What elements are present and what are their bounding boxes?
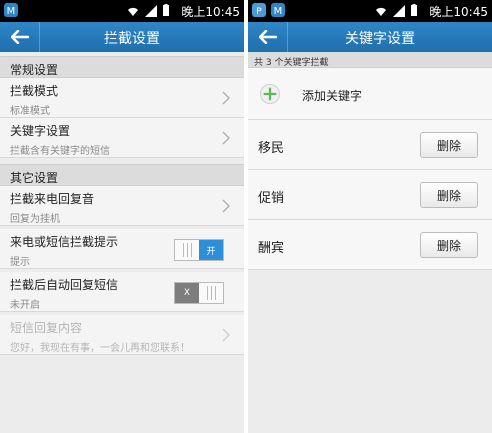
setting-subtitle: 标准模式 [10,106,50,117]
toggle-grip [175,240,199,260]
app-bar: 拦截设置 [0,22,244,52]
setting-row-intercept-mode[interactable]: 拦截模式 标准模式 [0,78,244,118]
add-keyword-button[interactable]: 添加关键字 [248,68,492,120]
back-arrow-icon [10,30,29,44]
status-time: 晚上10:45 [429,5,488,19]
notification-icons: M [3,2,19,18]
toggle-grip [199,283,223,303]
battery-icon [411,4,417,16]
signal-icon [145,4,157,17]
status-bar: P M 晚上10:45 [248,0,492,22]
signal-icon [393,4,405,17]
section-header-other: 其它设置 [0,164,244,186]
setting-subtitle: 您好，我现在有事，一会儿再和您联系！ [10,343,190,354]
notify-toggle[interactable]: 开 [174,239,224,261]
back-button[interactable] [248,22,288,52]
chevron-right-icon [222,199,230,213]
toggle-state-label: X [175,283,199,303]
svg-text:M: M [7,6,16,17]
battery-icon [163,4,169,16]
notification-icons: P M [251,2,286,18]
auto-reply-toggle[interactable]: X [174,282,224,304]
svg-text:M: M [274,6,283,17]
delete-keyword-button[interactable]: 删除 [420,182,478,208]
setting-title: 拦截模式 [10,84,59,98]
notification-app-icon: P [252,3,266,17]
section-header-general: 常规设置 [0,56,244,78]
keyword-settings-screen: P M 晚上10:45 关键字设置 共 3 个关键字拦截 添加关键字 移民 删除… [248,0,492,433]
plus-icon [260,84,280,104]
security-app-icon: M [271,3,285,17]
chevron-right-icon [222,131,230,145]
security-app-icon: M [4,3,18,17]
setting-row-keyword[interactable]: 关键字设置 拦截含有关键字的短信 [0,118,244,158]
wifi-icon [128,7,138,16]
keyword-text: 促销 [258,191,285,206]
chevron-right-icon [222,91,230,105]
keyword-row: 促销 删除 [248,170,492,220]
setting-title: 关键字设置 [10,124,71,138]
setting-subtitle: 拦截含有关键字的短信 [10,146,110,157]
setting-title: 拦截来电回复音 [10,192,95,206]
back-button[interactable] [0,22,40,52]
keyword-text: 移民 [258,141,285,156]
keyword-row: 酬宾 删除 [248,220,492,270]
wifi-icon [376,7,386,16]
delete-keyword-button[interactable]: 删除 [420,232,478,258]
back-arrow-icon [258,30,277,44]
setting-row-auto-reply: 拦截后自动回复短信 未开启 X [0,272,244,312]
setting-row-reply-content[interactable]: 短信回复内容 您好，我现在有事，一会儿再和您联系！ [0,315,244,355]
setting-row-call-reply-tone[interactable]: 拦截来电回复音 回复为挂机 [0,186,244,226]
toggle-state-label: 开 [199,240,223,260]
page-title: 关键字设置 [345,31,415,47]
chevron-right-icon [222,328,230,342]
add-keyword-label: 添加关键字 [302,89,363,103]
page-title: 拦截设置 [104,31,160,47]
setting-title: 短信回复内容 [10,321,83,335]
setting-subtitle: 回复为挂机 [10,214,60,225]
keyword-count: 共 3 个关键字拦截 [248,52,492,68]
svg-text:P: P [256,7,262,17]
setting-row-intercept-notify: 来电或短信拦截提示 提示 开 [0,229,244,269]
keyword-row: 移民 删除 [248,120,492,170]
status-bar: M 晚上10:45 [0,0,244,22]
keyword-text: 酬宾 [258,241,285,256]
delete-keyword-button[interactable]: 删除 [420,132,478,158]
interception-settings-screen: M 晚上10:45 拦截设置 常规设置 拦截模式 标准模式 关键字设置 拦截含有… [0,0,244,433]
app-bar: 关键字设置 [248,22,492,52]
status-time: 晚上10:45 [181,5,240,19]
